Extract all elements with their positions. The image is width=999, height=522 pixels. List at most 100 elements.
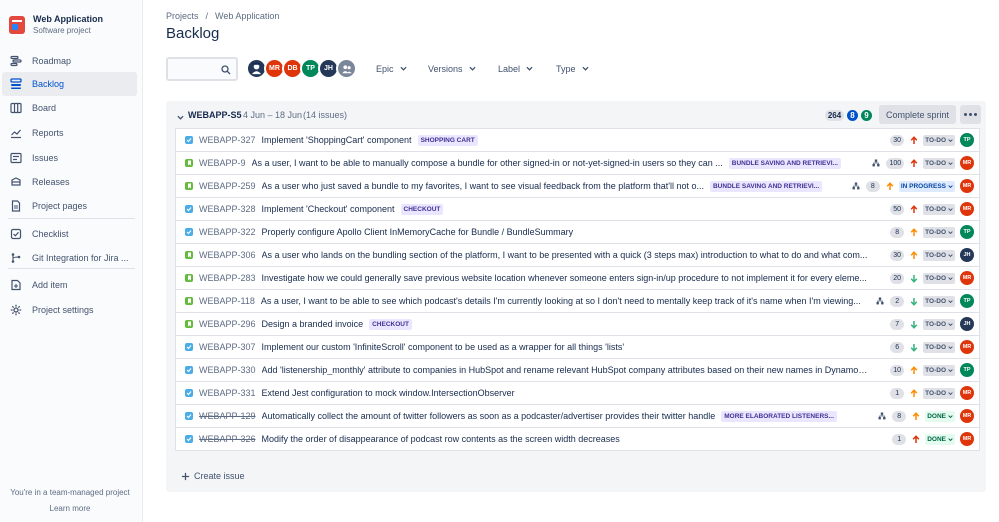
issue-row[interactable]: WEBAPP-327 Implement 'ShoppingCart' compo…: [175, 128, 980, 152]
assignee-avatar[interactable]: MR: [960, 179, 974, 193]
status-dropdown[interactable]: TO-DO: [923, 226, 955, 238]
story-points-badge[interactable]: 8: [890, 226, 905, 238]
sidebar-item-releases[interactable]: Releases: [2, 170, 137, 194]
issue-key[interactable]: WEBAPP-307: [199, 342, 256, 352]
issue-row[interactable]: WEBAPP-283 Investigate how we could gener…: [175, 266, 980, 290]
epic-lozenge[interactable]: CHECKOUT: [369, 318, 412, 330]
epic-lozenge[interactable]: CHECKOUT: [400, 203, 444, 215]
status-dropdown[interactable]: TO-DO: [923, 364, 955, 376]
issue-summary[interactable]: Investigate how we could generally save …: [262, 273, 867, 283]
issue-summary[interactable]: As a user who lands on the bundling sect…: [262, 250, 868, 260]
filter-versions-dropdown[interactable]: Versions: [428, 64, 476, 74]
sidebar-item-checklist[interactable]: Checklist: [2, 222, 137, 246]
sidebar-item-board[interactable]: Board: [2, 96, 137, 120]
sidebar-item-git-integration-for-jira[interactable]: Git Integration for Jira ...: [2, 246, 137, 270]
issue-summary[interactable]: As a user, I want to be able to manually…: [252, 158, 723, 168]
issue-key[interactable]: WEBAPP-322: [199, 227, 256, 237]
search-input[interactable]: [166, 57, 238, 81]
create-issue-button[interactable]: Create issue: [181, 471, 245, 481]
story-points-badge[interactable]: 1: [892, 433, 907, 445]
status-dropdown[interactable]: DONE: [925, 410, 955, 422]
assignee-avatar[interactable]: JH: [960, 248, 974, 262]
story-points-badge[interactable]: 30: [890, 134, 905, 146]
story-points-badge[interactable]: 2: [890, 295, 905, 307]
assignee-avatar[interactable]: TP: [960, 363, 974, 377]
issue-summary[interactable]: Automatically collect the amount of twit…: [262, 411, 716, 421]
story-points-badge[interactable]: 8: [892, 410, 907, 422]
issue-row[interactable]: WEBAPP-129 Automatically collect the amou…: [175, 404, 980, 428]
issue-summary[interactable]: Extend Jest configuration to mock window…: [262, 388, 515, 398]
epic-lozenge[interactable]: MORE ELABORATED LISTENERS...: [721, 410, 837, 422]
group-avatar-icon[interactable]: [336, 58, 357, 79]
story-points-badge[interactable]: 10: [890, 364, 905, 376]
issue-summary[interactable]: Modify the order of disappearance of pod…: [262, 434, 620, 444]
assignee-avatar[interactable]: MR: [960, 409, 974, 423]
story-points-badge[interactable]: 50: [890, 203, 905, 215]
assignee-avatar[interactable]: MR: [960, 156, 974, 170]
assignee-avatar[interactable]: TP: [960, 133, 974, 147]
issue-key[interactable]: WEBAPP-330: [199, 365, 256, 375]
issue-key[interactable]: WEBAPP-296: [199, 319, 256, 329]
story-points-badge[interactable]: 1: [890, 387, 905, 399]
filter-epic-dropdown[interactable]: Epic: [376, 64, 407, 74]
epic-lozenge[interactable]: SHOPPING CART: [417, 134, 478, 146]
issue-summary[interactable]: As a user, I want to be able to see whic…: [261, 296, 861, 306]
issue-key[interactable]: WEBAPP-331: [199, 388, 256, 398]
sidebar-item-reports[interactable]: Reports: [2, 121, 137, 145]
story-points-badge[interactable]: 30: [890, 249, 905, 261]
assignee-avatar[interactable]: MR: [960, 386, 974, 400]
epic-lozenge[interactable]: BUNDLE SAVING AND RETRIEVI...: [709, 180, 823, 192]
issue-row[interactable]: WEBAPP-9 As a user, I want to be able to …: [175, 151, 980, 175]
learn-more-link[interactable]: Learn more: [0, 504, 140, 513]
filter-type-dropdown[interactable]: Type: [556, 64, 589, 74]
issue-row[interactable]: WEBAPP-306 As a user who lands on the bun…: [175, 243, 980, 267]
issue-key[interactable]: WEBAPP-9: [199, 158, 246, 168]
status-dropdown[interactable]: TO-DO: [923, 272, 955, 284]
issue-row[interactable]: WEBAPP-296 Design a branded invoice CHECKO…: [175, 312, 980, 336]
issue-key[interactable]: WEBAPP-306: [199, 250, 256, 260]
assignee-avatar[interactable]: TP: [960, 225, 974, 239]
sidebar-item-add-item[interactable]: Add item: [2, 273, 137, 297]
issue-summary[interactable]: As a user who just saved a bundle to my …: [262, 181, 704, 191]
story-points-badge[interactable]: 7: [890, 318, 905, 330]
status-dropdown[interactable]: TO-DO: [923, 341, 955, 353]
issue-summary[interactable]: Implement 'Checkout' component: [262, 204, 395, 214]
issue-summary[interactable]: Design a branded invoice: [262, 319, 364, 329]
issue-row[interactable]: WEBAPP-259 As a user who just saved a bun…: [175, 174, 980, 198]
status-dropdown[interactable]: TO-DO: [923, 134, 955, 146]
issue-row[interactable]: WEBAPP-328 Implement 'Checkout' component…: [175, 197, 980, 221]
issue-summary[interactable]: Implement 'ShoppingCart' component: [262, 135, 412, 145]
status-dropdown[interactable]: TO-DO: [923, 295, 955, 307]
status-dropdown[interactable]: TO-DO: [923, 157, 955, 169]
status-dropdown[interactable]: TO-DO: [923, 249, 955, 261]
issue-key[interactable]: WEBAPP-327: [199, 135, 256, 145]
story-points-badge[interactable]: 8: [865, 180, 880, 192]
issue-row[interactable]: WEBAPP-322 Properly configure Apollo Clie…: [175, 220, 980, 244]
issue-key[interactable]: WEBAPP-129: [199, 411, 256, 421]
breadcrumb-project[interactable]: Web Application: [215, 11, 279, 21]
status-dropdown[interactable]: TO-DO: [923, 318, 955, 330]
sidebar-item-roadmap[interactable]: Roadmap: [2, 49, 137, 73]
issue-row[interactable]: WEBAPP-118 As a user, I want to be able t…: [175, 289, 980, 313]
sidebar-item-issues[interactable]: Issues: [2, 146, 137, 170]
assignee-avatar[interactable]: MR: [960, 340, 974, 354]
issue-row[interactable]: WEBAPP-326 Modify the order of disappeara…: [175, 427, 980, 451]
issue-summary[interactable]: Implement our custom 'InfiniteScroll' co…: [262, 342, 625, 352]
story-points-badge[interactable]: 100: [886, 157, 905, 169]
sidebar-item-backlog[interactable]: Backlog: [2, 72, 137, 96]
issue-key[interactable]: WEBAPP-118: [199, 296, 255, 306]
chevron-down-icon[interactable]: [177, 110, 184, 124]
assignee-avatar[interactable]: MR: [960, 271, 974, 285]
assignee-avatar[interactable]: MR: [960, 202, 974, 216]
issue-key[interactable]: WEBAPP-328: [199, 204, 256, 214]
sidebar-item-project-pages[interactable]: Project pages: [2, 194, 137, 218]
issue-summary[interactable]: Properly configure Apollo Client InMemor…: [262, 227, 574, 237]
issue-row[interactable]: WEBAPP-330 Add 'listenership_monthly' att…: [175, 358, 980, 382]
assignee-avatar[interactable]: JH: [960, 317, 974, 331]
assignee-avatar[interactable]: TP: [960, 294, 974, 308]
issue-key[interactable]: WEBAPP-283: [199, 273, 256, 283]
status-dropdown[interactable]: IN PROGRESS: [898, 180, 955, 192]
breadcrumb-projects[interactable]: Projects: [166, 11, 199, 21]
issue-key[interactable]: WEBAPP-326: [199, 434, 256, 444]
issue-summary[interactable]: Add 'listenership_monthly' attribute to …: [262, 365, 869, 375]
